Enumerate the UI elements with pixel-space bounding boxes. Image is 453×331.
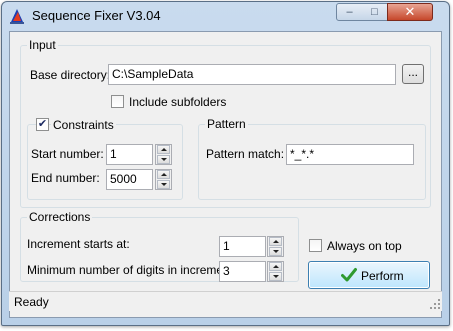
start-number-label: Start number: (31, 147, 104, 161)
corrections-group-title: Corrections (27, 210, 93, 224)
minimize-button[interactable]: – (336, 3, 363, 21)
start-number-input[interactable]: 1 (106, 144, 153, 165)
min-digits-label: Minimum number of digits in increment: (27, 263, 237, 277)
dialog-body: Input Base directory: C:\SampleData ... … (9, 31, 442, 318)
corrections-group: Corrections Increment starts at: 1 Minim… (20, 210, 299, 282)
spin-up-arrow-icon[interactable] (157, 145, 170, 154)
perform-label: Perform (361, 269, 404, 283)
app-icon (10, 9, 24, 24)
increment-starts-label: Increment starts at: (27, 237, 130, 251)
base-directory-label: Base directory: (30, 68, 111, 82)
status-bar: Ready (9, 291, 442, 311)
green-check-icon (341, 268, 357, 282)
pattern-match-label: Pattern match: (206, 147, 285, 161)
maximize-button[interactable]: □ (362, 3, 388, 21)
resize-grip-icon[interactable] (429, 298, 441, 310)
base-directory-input[interactable]: C:\SampleData (108, 64, 396, 85)
spin-down-arrow-icon[interactable] (157, 155, 170, 164)
spin-down-arrow-icon[interactable] (157, 180, 170, 189)
always-on-top-label[interactable]: Always on top (327, 239, 402, 253)
input-group: Input Base directory: C:\SampleData ... … (20, 38, 431, 208)
spin-down-arrow-icon[interactable] (269, 272, 282, 281)
input-group-title: Input (27, 38, 58, 52)
end-number-spinner[interactable] (155, 169, 172, 190)
spin-up-arrow-icon[interactable] (157, 170, 170, 179)
window-title: Sequence Fixer V3.04 (32, 8, 161, 23)
end-number-input[interactable]: 5000 (106, 169, 153, 190)
pattern-group: Pattern Pattern match: *_*.* (198, 117, 426, 200)
always-on-top-checkbox[interactable] (309, 239, 322, 252)
title-bar[interactable]: Sequence Fixer V3.04 – □ ✕ (2, 2, 449, 30)
start-number-spinner[interactable] (155, 144, 172, 165)
app-window: Sequence Fixer V3.04 – □ ✕ Input Base di… (1, 1, 450, 326)
spin-up-arrow-icon[interactable] (269, 237, 282, 246)
end-number-label: End number: (31, 171, 100, 185)
perform-button[interactable]: Perform (308, 261, 430, 289)
min-digits-spinner[interactable] (267, 261, 284, 282)
browse-button[interactable]: ... (402, 64, 424, 84)
constraints-label[interactable]: Constraints (51, 118, 116, 132)
constraints-checkbox[interactable]: ✔ (36, 118, 49, 131)
pattern-group-title: Pattern (205, 117, 248, 131)
increment-starts-spinner[interactable] (267, 236, 284, 257)
spin-up-arrow-icon[interactable] (269, 262, 282, 271)
constraints-group: ✔ Constraints Start number: 1 End number… (27, 118, 183, 200)
include-subfolders-label[interactable]: Include subfolders (129, 95, 226, 109)
spin-down-arrow-icon[interactable] (269, 247, 282, 256)
increment-starts-input[interactable]: 1 (219, 236, 266, 257)
pattern-match-input[interactable]: *_*.* (286, 144, 414, 165)
include-subfolders-checkbox[interactable] (111, 95, 124, 108)
status-text: Ready (14, 295, 49, 309)
min-digits-input[interactable]: 3 (219, 261, 266, 282)
close-button[interactable]: ✕ (387, 3, 433, 21)
